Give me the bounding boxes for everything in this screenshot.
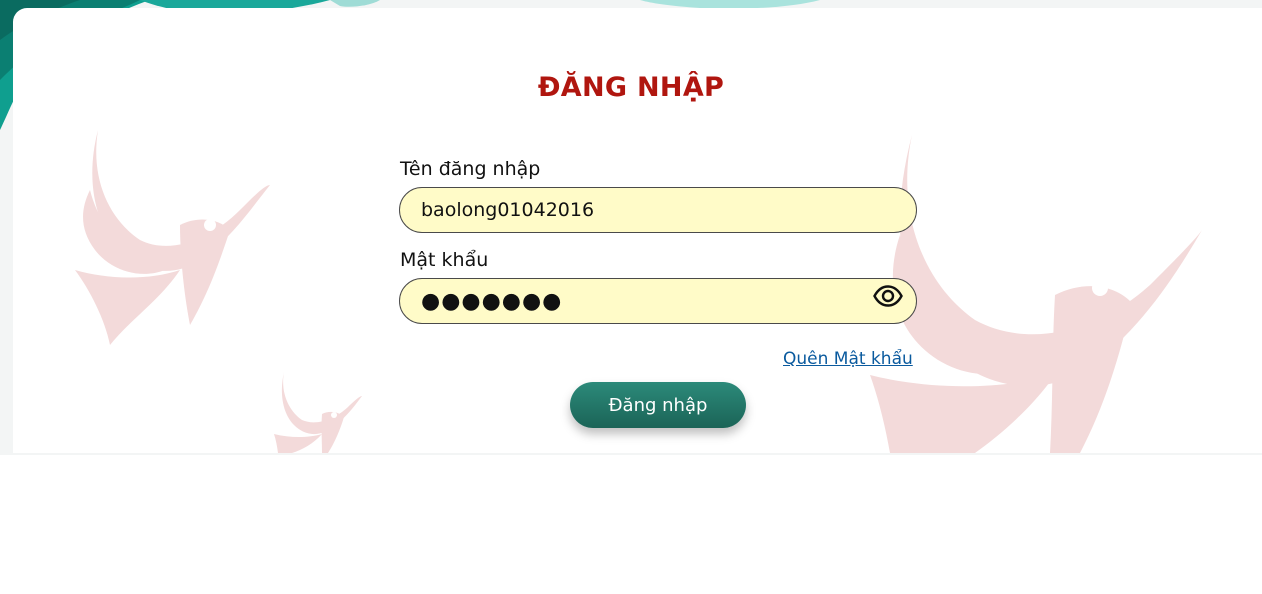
show-password-toggle[interactable] [872,283,904,309]
page-title: ĐĂNG NHẬP [537,72,725,103]
username-label: Tên đăng nhập [400,158,541,180]
login-button[interactable]: Đăng nhập [570,382,746,428]
eye-icon [873,285,903,307]
login-page: ĐĂNG NHẬP Tên đăng nhập Mật khẩu Quên Mậ… [0,0,1262,594]
forgot-password-link[interactable]: Quên Mật khẩu [783,349,913,369]
password-input[interactable] [399,278,917,324]
password-label: Mật khẩu [400,249,489,271]
username-input[interactable] [399,187,917,233]
